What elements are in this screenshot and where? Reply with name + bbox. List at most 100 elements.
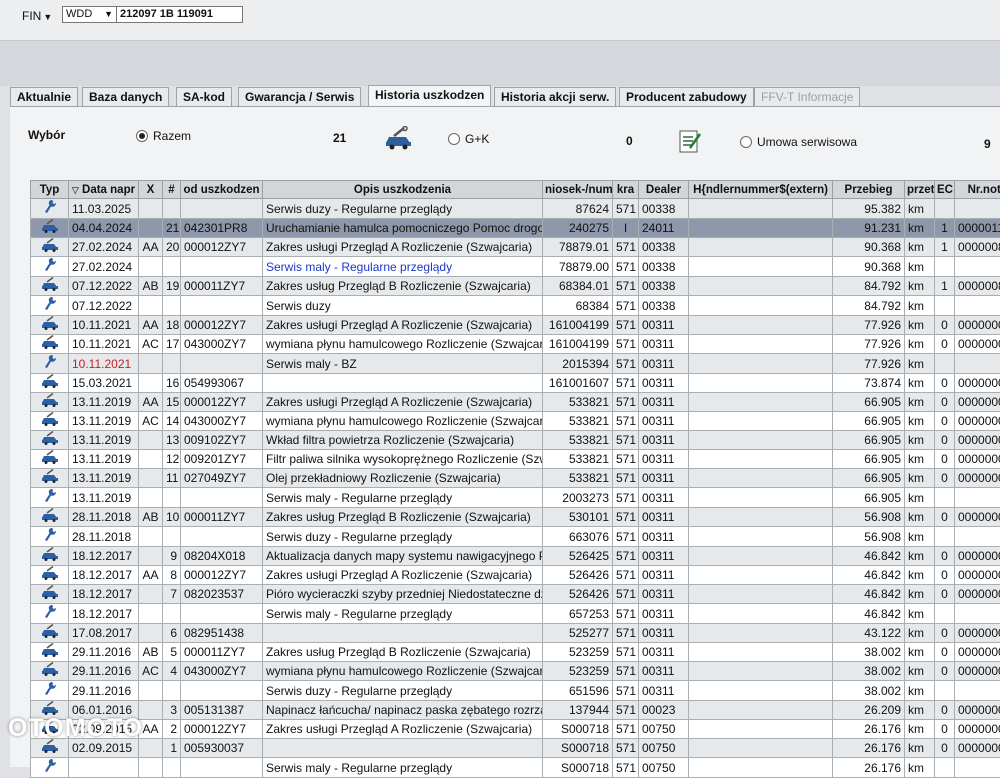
col-dealer[interactable]: Dealer: [639, 181, 689, 199]
tab-sa-kod[interactable]: SA-kod: [176, 87, 232, 106]
tab-historia-akcji-serw[interactable]: Historia akcji serw.: [494, 87, 616, 106]
tab-baza-danych[interactable]: Baza danych: [82, 87, 169, 106]
cell-mileage: 38.002: [833, 681, 905, 701]
cell-description: Serwis duzy: [263, 296, 543, 316]
col-kraj[interactable]: kra: [613, 181, 639, 199]
tab-gwarancja-serwis[interactable]: Gwarancja / Serwis: [238, 87, 361, 106]
cell-claim-number: 87624: [543, 199, 613, 219]
cell-note-number: 0000000: [955, 739, 1000, 758]
table-row[interactable]: 07.12.2022AB19000011ZY7Zakres usług Prze…: [31, 277, 1000, 296]
tab-producent-zabudowy[interactable]: Producent zabudowy: [619, 87, 754, 106]
table-row[interactable]: 28.11.2018Serwis duzy - Regularne przegl…: [31, 527, 1000, 547]
table-row[interactable]: 10.11.2021AC17043000ZY7wymiana płynu ham…: [31, 335, 1000, 354]
col-number[interactable]: #: [163, 181, 181, 199]
vin-prefix-select[interactable]: WDD ▼: [62, 6, 117, 23]
cell-unit: km: [905, 604, 935, 624]
cell-date: 10.11.2021: [69, 316, 139, 335]
table-row[interactable]: 29.11.2016AB5000011ZY7Zakres usług Przeg…: [31, 643, 1000, 662]
table-row[interactable]: 06.01.20163005131387Napinacz łańcucha/ n…: [31, 701, 1000, 720]
col-przebieg[interactable]: Przebieg: [833, 181, 905, 199]
col-kod-uszkodzenia[interactable]: od uszkodzen: [181, 181, 263, 199]
table-row[interactable]: 29.11.2016Serwis duzy - Regularne przegl…: [31, 681, 1000, 701]
table-row[interactable]: 02.09.2015AA2000012ZY7Zakres usługi Prze…: [31, 720, 1000, 739]
table-row[interactable]: 07.12.2022Serwis duzy683845710033884.792…: [31, 296, 1000, 316]
vin-prefix-value: WDD: [66, 8, 92, 20]
cell-dealer: 00311: [639, 527, 689, 547]
cell-description: [263, 739, 543, 758]
col-data-napr[interactable]: ▽ Data napr: [69, 181, 139, 199]
table-row[interactable]: 18.12.2017908204X018Aktualizacja danych …: [31, 547, 1000, 566]
cell-mileage: 66.905: [833, 412, 905, 431]
table-row[interactable]: 18.12.20177082023537Pióro wycieraczki sz…: [31, 585, 1000, 604]
table-row[interactable]: 13.11.2019Serwis maly - Regularne przegl…: [31, 488, 1000, 508]
cell-description: Wkład filtra powietrza Rozliczenie (Szwa…: [263, 431, 543, 450]
table-row[interactable]: 10.11.2021AA18000012ZY7Zakres usługi Prz…: [31, 316, 1000, 335]
cell-date: 27.02.2024: [69, 238, 139, 257]
col-nr-noty[interactable]: Nr.noty u: [955, 181, 1000, 199]
table-row[interactable]: 28.11.2018AB10000011ZY7Zakres usług Prze…: [31, 508, 1000, 527]
cell-dealer: 00311: [639, 469, 689, 488]
col-ec[interactable]: EC: [935, 181, 955, 199]
cell-unit: km: [905, 469, 935, 488]
tab-aktualnie[interactable]: Aktualnie: [10, 87, 78, 106]
table-row[interactable]: 27.02.2024Serwis maly - Regularne przegl…: [31, 257, 1000, 277]
radio-razem[interactable]: [136, 130, 148, 142]
cell-x: [139, 585, 163, 604]
cell-unit: km: [905, 450, 935, 469]
col-przet[interactable]: przet: [905, 181, 935, 199]
car-repair-icon: [41, 415, 59, 429]
table-row[interactable]: 04.04.202421042301PR8Uruchamianie hamulc…: [31, 219, 1000, 238]
vin-input[interactable]: 212097 1B 119091: [116, 6, 243, 23]
radio-umowa-serwisowa[interactable]: [740, 136, 752, 148]
cell-note-number: 0000000: [955, 431, 1000, 450]
cell-description: Zakres usługi Przegląd A Rozliczenie (Sz…: [263, 720, 543, 739]
tab-ffv-t-informacje[interactable]: FFV-T Informacje: [754, 87, 860, 106]
cell-ec: 1: [935, 219, 955, 238]
cell-country: 571: [613, 643, 639, 662]
cell-note-number: 0000000: [955, 566, 1000, 585]
table-row[interactable]: 17.08.201760829514385252775710031143.122…: [31, 624, 1000, 643]
cell-mileage: 77.926: [833, 316, 905, 335]
cell-code: 043000ZY7: [181, 412, 263, 431]
cell-number: [163, 199, 181, 219]
cell-dealer: 00311: [639, 316, 689, 335]
table-row[interactable]: 10.11.2021Serwis maly - BZ20153945710031…: [31, 354, 1000, 374]
col-typ[interactable]: Typ: [31, 181, 69, 199]
cell-mileage: 56.908: [833, 527, 905, 547]
table-row[interactable]: 13.11.201913009102ZY7Wkład filtra powiet…: [31, 431, 1000, 450]
col-opis-uszkodzenia[interactable]: Opis uszkodzenia: [263, 181, 543, 199]
cell-claim-number: 161004199: [543, 316, 613, 335]
table-row[interactable]: 13.11.2019AC14043000ZY7wymiana płynu ham…: [31, 412, 1000, 431]
tab-historia-uszkodzen[interactable]: Historia uszkodzen: [368, 85, 491, 106]
cell-ec: 0: [935, 585, 955, 604]
table-row[interactable]: 27.02.2024AA20000012ZY7Zakres usługi Prz…: [31, 238, 1000, 257]
cell-date: 04.04.2024: [69, 219, 139, 238]
col-x[interactable]: X: [139, 181, 163, 199]
cell-code: 005131387: [181, 701, 263, 720]
checklist-icon[interactable]: [678, 128, 702, 154]
table-row[interactable]: 13.11.2019AA15000012ZY7Zakres usługi Prz…: [31, 393, 1000, 412]
table-row[interactable]: 11.03.2025Serwis duzy - Regularne przegl…: [31, 199, 1000, 219]
table-row[interactable]: 18.12.2017AA8000012ZY7Zakres usługi Prze…: [31, 566, 1000, 585]
cell-description: Serwis maly - Regularne przeglądy: [263, 257, 543, 277]
table-row[interactable]: 13.11.201912009201ZY7Filtr paliwa silnik…: [31, 450, 1000, 469]
chevron-down-icon: ▼: [104, 7, 113, 22]
cell-country: 571: [613, 604, 639, 624]
radio-gk-label: G+K: [465, 132, 489, 146]
car-wrench-icon[interactable]: [384, 126, 414, 150]
table-row[interactable]: 13.11.201911027049ZY7Olej przekładniowy …: [31, 469, 1000, 488]
table-row[interactable]: 15.03.2021160549930671610016075710031173…: [31, 374, 1000, 393]
cell-dealer-extern: [689, 469, 833, 488]
fin-selector[interactable]: FIN▼: [22, 9, 52, 23]
table-row[interactable]: 18.12.2017Serwis maly - Regularne przegl…: [31, 604, 1000, 624]
cell-code: 000012ZY7: [181, 316, 263, 335]
table-row[interactable]: 02.09.20151005930037S0007185710075026.17…: [31, 739, 1000, 758]
table-row[interactable]: 29.11.2016AC4043000ZY7wymiana płynu hamu…: [31, 662, 1000, 681]
col-haendlernummer-extern[interactable]: H{ndlernummer$(extern): [689, 181, 833, 199]
table-row[interactable]: Serwis maly - Regularne przeglądyS000718…: [31, 758, 1000, 778]
radio-gk[interactable]: [448, 133, 460, 145]
cell-ec: 0: [935, 662, 955, 681]
col-wniosek-numer[interactable]: niosek-/numd: [543, 181, 613, 199]
cell-x: [139, 547, 163, 566]
cell-date: 13.11.2019: [69, 393, 139, 412]
